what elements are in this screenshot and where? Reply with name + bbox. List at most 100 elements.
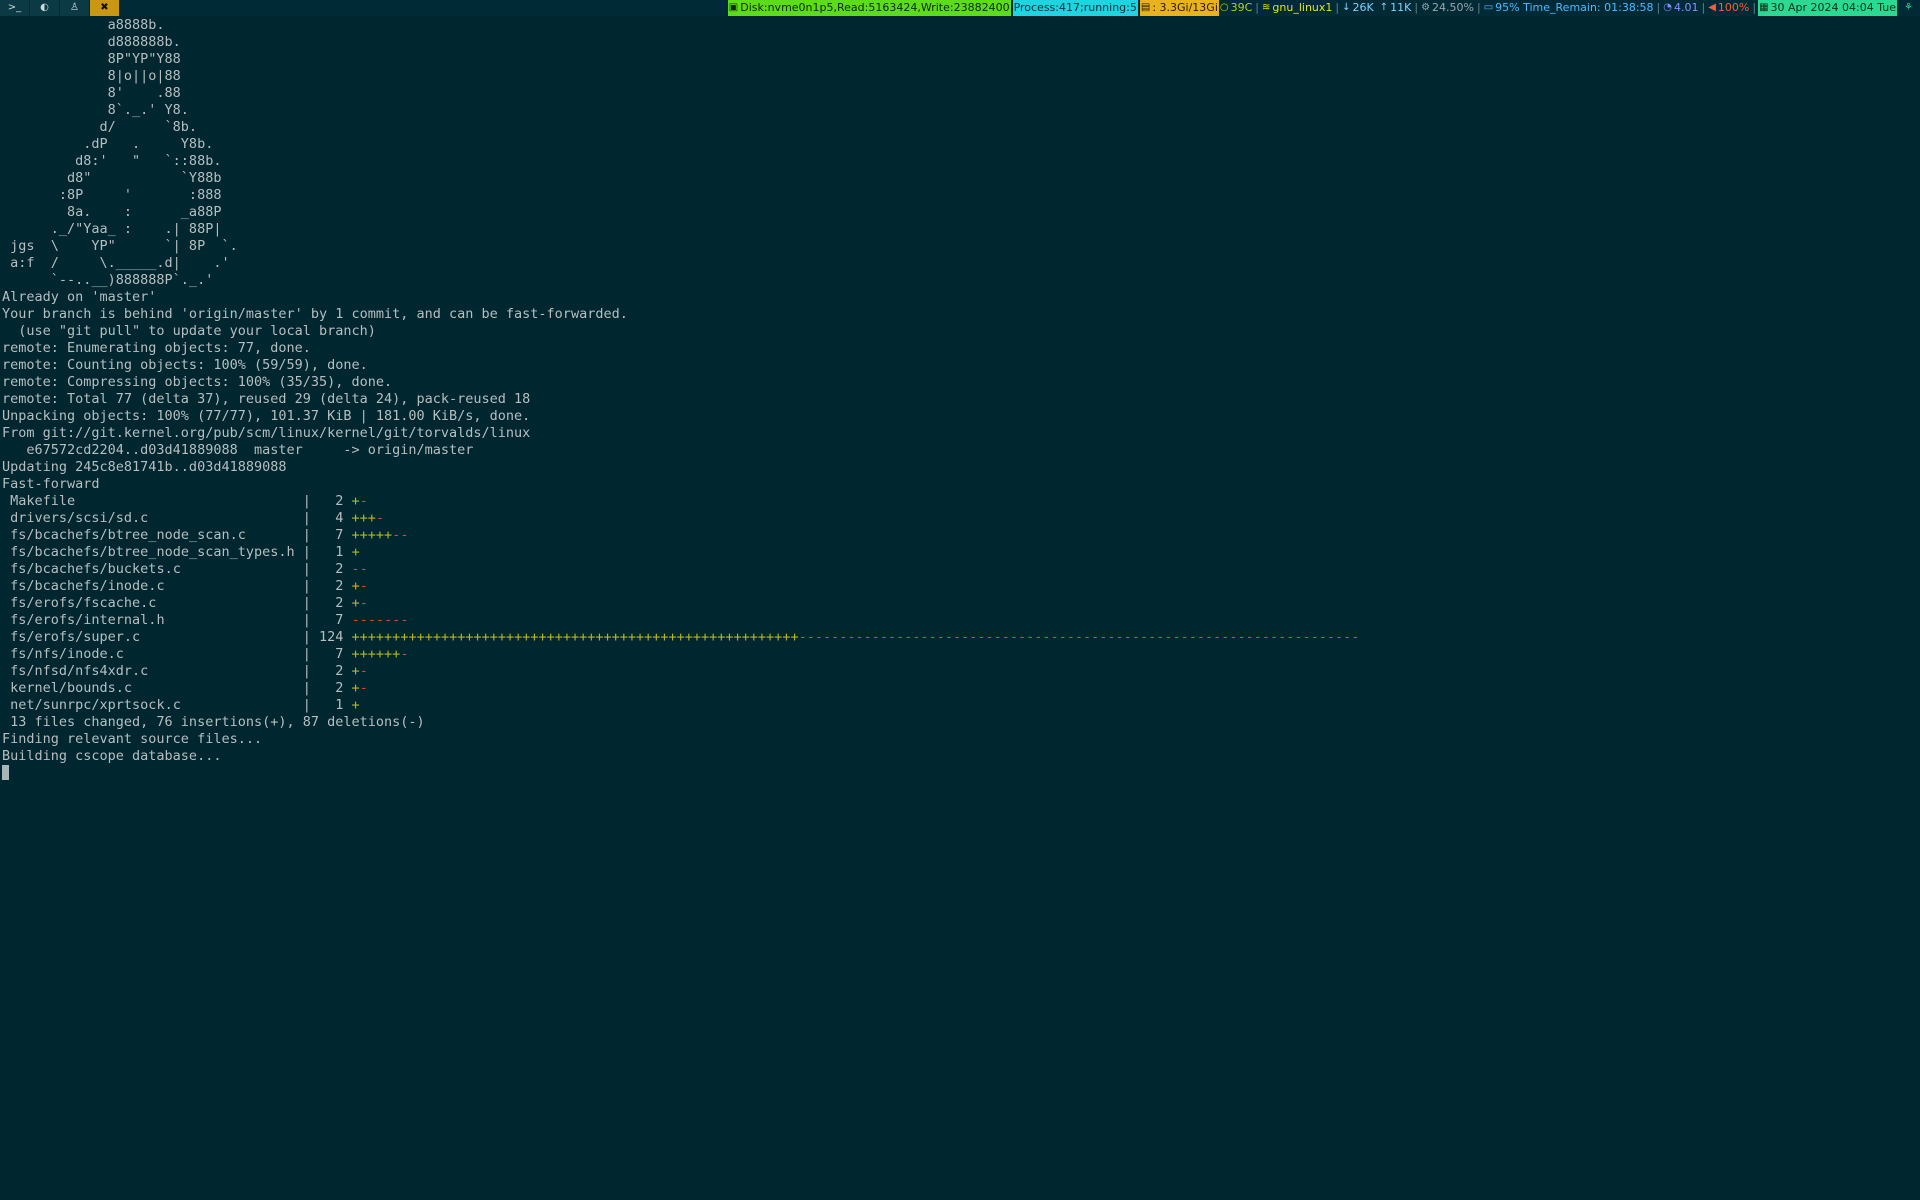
ascii-art-line: ._/"Yaa_ : .| 88P| bbox=[2, 221, 222, 237]
process-widget: Process:417;running:5 bbox=[1012, 0, 1138, 16]
diffstat-file: fs/bcachefs/btree_node_scan.c bbox=[10, 527, 246, 543]
diffstat-deletions: -- bbox=[351, 561, 368, 577]
diffstat-insertions: + bbox=[351, 680, 360, 696]
cscope-output-line: Building cscope database... bbox=[2, 748, 222, 764]
separator: | bbox=[1255, 1, 1260, 14]
diffstat-deletions: - bbox=[359, 680, 368, 696]
ascii-art-line: jgs \ YP" `| 8P `. bbox=[2, 238, 238, 254]
diffstat-count-pad bbox=[311, 493, 335, 509]
diffstat-separator: | bbox=[294, 544, 311, 560]
diffstat-separator: | bbox=[156, 595, 311, 611]
diffstat-count-pad bbox=[311, 595, 335, 611]
calendar-icon: ▦ bbox=[1759, 2, 1769, 13]
diffstat-insertions: +++ bbox=[351, 510, 376, 526]
diffstat-separator: | bbox=[164, 612, 311, 628]
diffstat-insertions: ++++++++++++++++++++++++++++++++++++++++… bbox=[351, 629, 799, 645]
diffstat-count: 2 bbox=[335, 561, 344, 577]
workspace-tags[interactable]: >_ ◐ ♙ ✖ bbox=[0, 0, 120, 16]
temperature-text: 39C bbox=[1230, 1, 1253, 14]
diffstat-insertions: + bbox=[351, 663, 360, 679]
date-widget: ▦ 30 Apr 2024 04:04 Tue bbox=[1758, 0, 1898, 16]
diffstat-row: kernel/bounds.c | 2 +- bbox=[2, 680, 1359, 697]
diffstat-count: 1 bbox=[335, 697, 344, 713]
separator: | bbox=[1656, 1, 1661, 14]
diffstat-count-pad bbox=[311, 612, 335, 628]
diffstat-insertions: +++++ bbox=[351, 527, 393, 543]
ascii-art-line: a:f / \._____.d| .' bbox=[2, 255, 230, 271]
ascii-art-line: .dP . Y8b. bbox=[2, 136, 214, 152]
ascii-art-line: 8|o||o|88 bbox=[2, 68, 181, 84]
firefox-icon[interactable]: ◐ bbox=[30, 0, 59, 16]
diffstat-deletions: -- bbox=[392, 527, 409, 543]
diffstat-count: 2 bbox=[335, 578, 344, 594]
git-output-line: remote: Counting objects: 100% (59/59), … bbox=[2, 357, 368, 373]
diffstat-row: fs/bcachefs/buckets.c | 2 -- bbox=[2, 561, 1359, 578]
diffstat-insertions: ++++++ bbox=[351, 646, 401, 662]
diffstat-file: fs/nfsd/nfs4xdr.c bbox=[10, 663, 149, 679]
diffstat-insertions: + bbox=[351, 544, 360, 560]
disk-icon: ▣ bbox=[728, 2, 739, 13]
diffstat-deletions: - bbox=[375, 510, 385, 526]
diffstat-file: fs/bcachefs/buckets.c bbox=[10, 561, 181, 577]
diffstat-separator: | bbox=[148, 663, 311, 679]
terminal-output[interactable]: a8888b. d888888b. 8P"YP"Y88 8|o||o|88 8'… bbox=[2, 17, 1359, 782]
wifi-widget: ≋ gnu_linux1 bbox=[1261, 0, 1333, 16]
temperature-widget: ○ 39C bbox=[1219, 0, 1253, 16]
ascii-art-line: a8888b. bbox=[2, 17, 165, 33]
ascii-art-line: 8' .88 bbox=[2, 85, 181, 101]
separator: | bbox=[1476, 1, 1481, 14]
git-output-line: Your branch is behind 'origin/master' by… bbox=[2, 306, 628, 322]
upload-widget: ↑ 11K bbox=[1379, 0, 1413, 16]
diffstat-file: fs/erofs/fscache.c bbox=[10, 595, 157, 611]
prompt-line[interactable] bbox=[2, 765, 1359, 782]
diffstat-count: 124 bbox=[319, 629, 344, 645]
terminal-icon[interactable]: >_ bbox=[0, 0, 29, 16]
diffstat-deletions: ------- bbox=[351, 612, 409, 628]
diffstat-count-pad bbox=[311, 697, 335, 713]
diffstat-row: fs/erofs/internal.h | 7 ------- bbox=[2, 612, 1359, 629]
diffstat-file: kernel/bounds.c bbox=[10, 680, 133, 696]
diffstat-separator: | bbox=[180, 697, 311, 713]
download-text: 26K bbox=[1352, 1, 1374, 14]
process-text: Process:417;running:5 bbox=[1013, 1, 1137, 14]
diffstat-deletions: - bbox=[359, 595, 368, 611]
diffstat-file: net/sunrpc/xprtsock.c bbox=[10, 697, 181, 713]
battery-widget: ▭ 95% Time_Remain: 01:38:58 bbox=[1483, 0, 1655, 16]
diffstat-file: fs/erofs/internal.h bbox=[10, 612, 165, 628]
thermometer-icon: ○ bbox=[1219, 2, 1229, 13]
memory-text: : 3.3Gi/13Gi bbox=[1152, 1, 1218, 14]
git-output-line: remote: Compressing objects: 100% (35/35… bbox=[2, 374, 393, 390]
diffstat-count: 2 bbox=[335, 680, 344, 696]
arrow-up-icon: ↑ bbox=[1379, 2, 1389, 13]
wifi-icon: ≋ bbox=[1262, 2, 1271, 13]
git-output-line: e67572cd2204..d03d41889088 master -> ori… bbox=[2, 442, 474, 458]
network-tray-icon[interactable]: ⚘ bbox=[1904, 0, 1913, 16]
cpu-widget: ⚙ 24.50% bbox=[1420, 0, 1475, 16]
ascii-art-line: d8:' " `::88b. bbox=[2, 153, 222, 169]
status-widgets: ▣ Disk:nvme0n1p5,Read:5163424,Write:2388… bbox=[727, 0, 1916, 16]
diffstat-count-pad bbox=[311, 578, 335, 594]
diffstat-deletions: ----------------------------------------… bbox=[798, 629, 1360, 645]
diffstat-count: 7 bbox=[335, 527, 344, 543]
diffstat-insertions: + bbox=[351, 578, 360, 594]
text-cursor bbox=[2, 765, 9, 780]
diffstat-separator: | bbox=[148, 510, 311, 526]
diffstat-count: 2 bbox=[335, 595, 344, 611]
gear-icon: ⚙ bbox=[1421, 2, 1431, 13]
diffstat-deletions: - bbox=[359, 493, 368, 509]
diffstat-insertions: + bbox=[351, 697, 360, 713]
volume-text: 100% bbox=[1717, 1, 1750, 14]
ascii-art-line: :8P ' :888 bbox=[2, 187, 222, 203]
diffstat-separator: | bbox=[245, 527, 311, 543]
git-output-line: remote: Enumerating objects: 77, done. bbox=[2, 340, 311, 356]
linux-icon[interactable]: ♙ bbox=[60, 0, 89, 16]
diffstat-row: drivers/scsi/sd.c | 4 +++- bbox=[2, 510, 1359, 527]
date-text: 30 Apr 2024 04:04 Tue bbox=[1770, 1, 1897, 14]
volume-widget[interactable]: ◀ 100% bbox=[1707, 0, 1750, 16]
tools-icon[interactable]: ✖ bbox=[90, 0, 119, 16]
diffstat-row: net/sunrpc/xprtsock.c | 1 + bbox=[2, 697, 1359, 714]
git-output-line: Already on 'master' bbox=[2, 289, 157, 305]
top-status-bar: >_ ◐ ♙ ✖ ▣ Disk:nvme0n1p5,Read:5163424,W… bbox=[0, 0, 1920, 16]
diffstat-row: Makefile | 2 +- bbox=[2, 493, 1359, 510]
tray-icon[interactable]: ⚘ bbox=[1903, 0, 1916, 16]
